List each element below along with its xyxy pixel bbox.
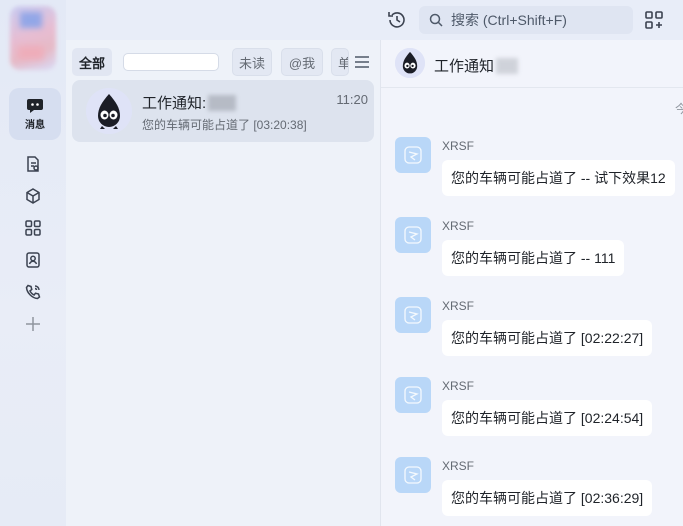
message: XRSF 您的车辆可能占道了 -- 111: [381, 217, 683, 287]
doc-icon[interactable]: [22, 153, 44, 175]
search-icon: [429, 13, 443, 27]
message-sender: XRSF: [442, 299, 475, 313]
tab-mention[interactable]: @我: [281, 48, 323, 76]
chat-header: 工作通知: [381, 40, 683, 88]
message-bubble[interactable]: 您的车辆可能占道了 [02:22:27]: [442, 320, 653, 356]
chat-title-text: 工作通知: [434, 58, 495, 75]
chat-icon: [27, 98, 43, 113]
apps-add-icon[interactable]: [644, 10, 664, 30]
tab-all[interactable]: 全部: [72, 48, 112, 76]
contacts-icon[interactable]: [22, 249, 44, 271]
message-sender: XRSF: [442, 379, 475, 393]
message-bubble[interactable]: 您的车辆可能占道了 -- 111: [442, 240, 625, 276]
blurred-name: [496, 58, 519, 74]
app-window: 消息 搜索 (Ctrl+Shift+F) 全部 未读 @我 工作通知: 11:2…: [0, 0, 683, 526]
rail-item-messages[interactable]: 消息: [9, 88, 61, 140]
message-sender: XRSF: [442, 459, 475, 473]
phone-icon[interactable]: [22, 281, 44, 303]
left-rail: 消息: [0, 0, 66, 526]
conversation-title-text: 工作通知:: [142, 95, 207, 112]
menu-icon[interactable]: [354, 55, 370, 69]
conversation-preview: 您的车辆可能占道了 [03:20:38]: [142, 118, 307, 132]
rail-item-label: 消息: [25, 119, 45, 131]
message: XRSF 您的车辆可能占道了 -- 试下效果12: [381, 137, 683, 207]
conversation-time: 11:20: [336, 92, 368, 107]
apps-icon[interactable]: [22, 217, 44, 239]
sender-avatar[interactable]: [395, 297, 431, 333]
tab-partial[interactable]: 单: [331, 48, 349, 76]
message-bubble[interactable]: 您的车辆可能占道了 -- 试下效果12: [442, 160, 675, 196]
cube-icon[interactable]: [22, 185, 44, 207]
top-bar: 搜索 (Ctrl+Shift+F): [66, 0, 683, 40]
sender-avatar[interactable]: [395, 457, 431, 493]
blurred-name: [208, 95, 237, 111]
message-sender: XRSF: [442, 139, 475, 153]
message-bubble[interactable]: 您的车辆可能占道了 [02:24:54]: [442, 400, 653, 436]
chat-avatar[interactable]: [395, 48, 425, 78]
message-bubble[interactable]: 您的车辆可能占道了 [02:36:29]: [442, 480, 653, 516]
user-avatar[interactable]: [10, 6, 56, 70]
filter-tabs: 全部 未读 @我 单: [66, 44, 380, 76]
conversation-title: 工作通知:: [142, 92, 237, 113]
message: XRSF 您的车辆可能占道了 [02:24:54]: [381, 377, 683, 447]
search-input[interactable]: 搜索 (Ctrl+Shift+F): [419, 6, 633, 34]
app-logo-icon: [404, 386, 422, 404]
sender-avatar[interactable]: [395, 217, 431, 253]
message: XRSF 您的车辆可能占道了 [02:22:27]: [381, 297, 683, 367]
bot-avatar: [86, 88, 132, 134]
chat-pane: 工作通知 今 XRSF 您的车辆可能占道了 -- 试下效果12 XRSF 您的车…: [380, 40, 683, 526]
app-logo-icon: [404, 466, 422, 484]
app-logo-icon: [404, 146, 422, 164]
message-sender: XRSF: [442, 219, 475, 233]
search-placeholder: 搜索 (Ctrl+Shift+F): [451, 12, 567, 28]
add-icon[interactable]: [22, 313, 44, 335]
chat-title: 工作通知: [434, 55, 519, 76]
tab-unread[interactable]: 未读: [232, 48, 272, 76]
sender-avatar[interactable]: [395, 377, 431, 413]
message: XRSF 您的车辆可能占道了 [02:36:29]: [381, 457, 683, 526]
conversation-list: 全部 未读 @我 单 工作通知: 11:20: [66, 40, 380, 526]
app-logo-icon: [404, 306, 422, 324]
date-divider: 今: [674, 102, 683, 116]
conversation-item[interactable]: 工作通知: 11:20 您的车辆可能占道了 [03:20:38]: [72, 80, 374, 142]
history-icon[interactable]: [386, 9, 408, 31]
sender-avatar[interactable]: [395, 137, 431, 173]
app-logo-icon: [404, 226, 422, 244]
filter-input[interactable]: [123, 53, 219, 71]
